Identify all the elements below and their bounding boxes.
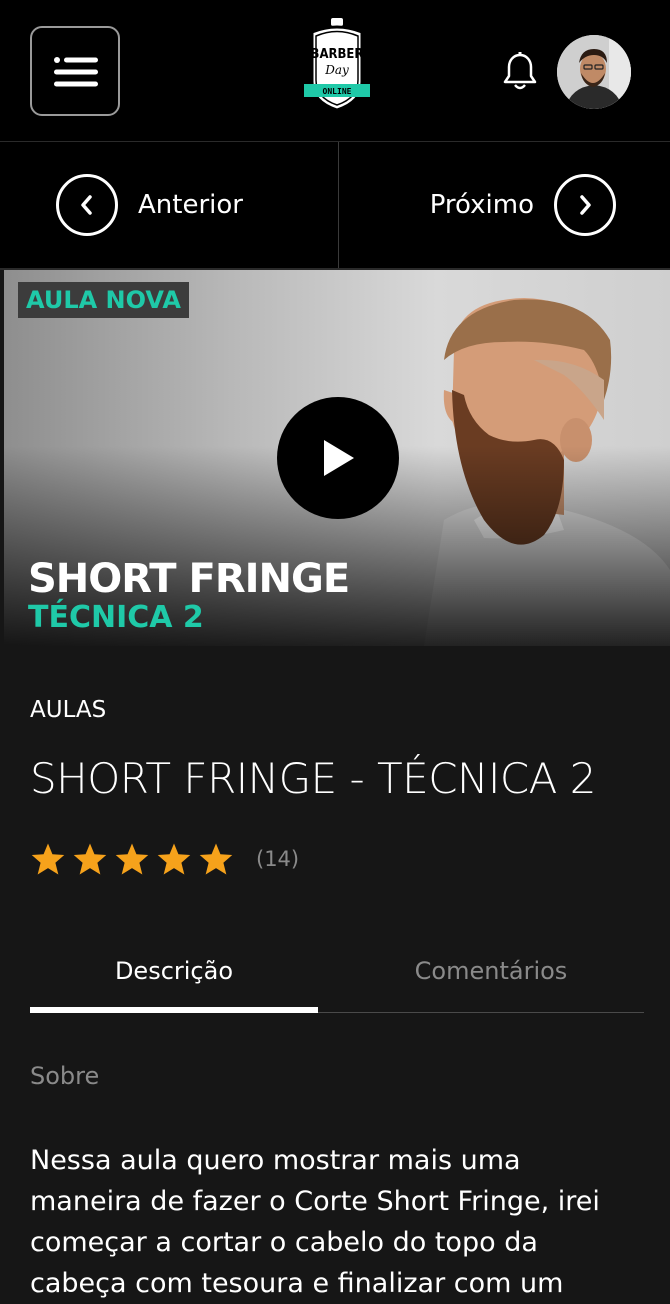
barber-day-online-logo[interactable]: BARBER Day ONLINE [300, 18, 374, 114]
user-avatar[interactable] [557, 35, 631, 109]
play-icon [324, 440, 354, 476]
nav-divider [338, 142, 339, 268]
lesson-navigation: Anterior Próximo [0, 142, 670, 270]
rating[interactable]: (14) [30, 842, 299, 876]
tab-comments[interactable]: Comentários [338, 957, 644, 985]
previous-label: Anterior [138, 190, 243, 220]
logo-text-day: Day [324, 63, 349, 77]
active-tab-indicator [30, 1007, 318, 1013]
lesson-description: Nessa aula quero mostrar mais uma maneir… [30, 1145, 600, 1299]
star-icon [157, 843, 191, 875]
video-overlay-title: SHORT FRINGE [28, 556, 350, 602]
previous-lesson-button[interactable]: Anterior [56, 172, 243, 238]
rating-count: (14) [256, 847, 300, 871]
previous-circle [56, 174, 118, 236]
lesson-title: SHORT FRINGE - TÉCNICA 2 [30, 754, 596, 803]
chevron-left-icon [81, 195, 92, 215]
chevron-right-icon [580, 195, 591, 215]
new-lesson-badge: AULA NOVA [18, 282, 189, 318]
play-button[interactable] [277, 397, 399, 519]
video-player[interactable]: AULA NOVA SHORT FRINGE TÉCNICA 2 [4, 270, 670, 646]
next-lesson-button[interactable]: Próximo [430, 172, 616, 238]
logo-text-online: ONLINE [323, 87, 352, 96]
lesson-category: AULAS [30, 697, 107, 723]
next-circle [554, 174, 616, 236]
star-icon [199, 843, 233, 875]
tab-description[interactable]: Descrição [30, 957, 318, 985]
video-overlay-subtitle: TÉCNICA 2 [28, 600, 204, 635]
hamburger-menu-icon [54, 57, 98, 87]
logo-text-barber: BARBER [311, 47, 364, 62]
star-icon [31, 843, 65, 875]
star-icon [73, 843, 107, 875]
menu-button[interactable] [30, 26, 120, 116]
avatar-image [557, 35, 631, 109]
star-icon [115, 843, 149, 875]
next-label: Próximo [429, 190, 534, 220]
section-label: Sobre [30, 1062, 100, 1090]
top-app-bar: BARBER Day ONLINE [0, 0, 670, 142]
notification-bell-icon[interactable] [502, 52, 538, 92]
